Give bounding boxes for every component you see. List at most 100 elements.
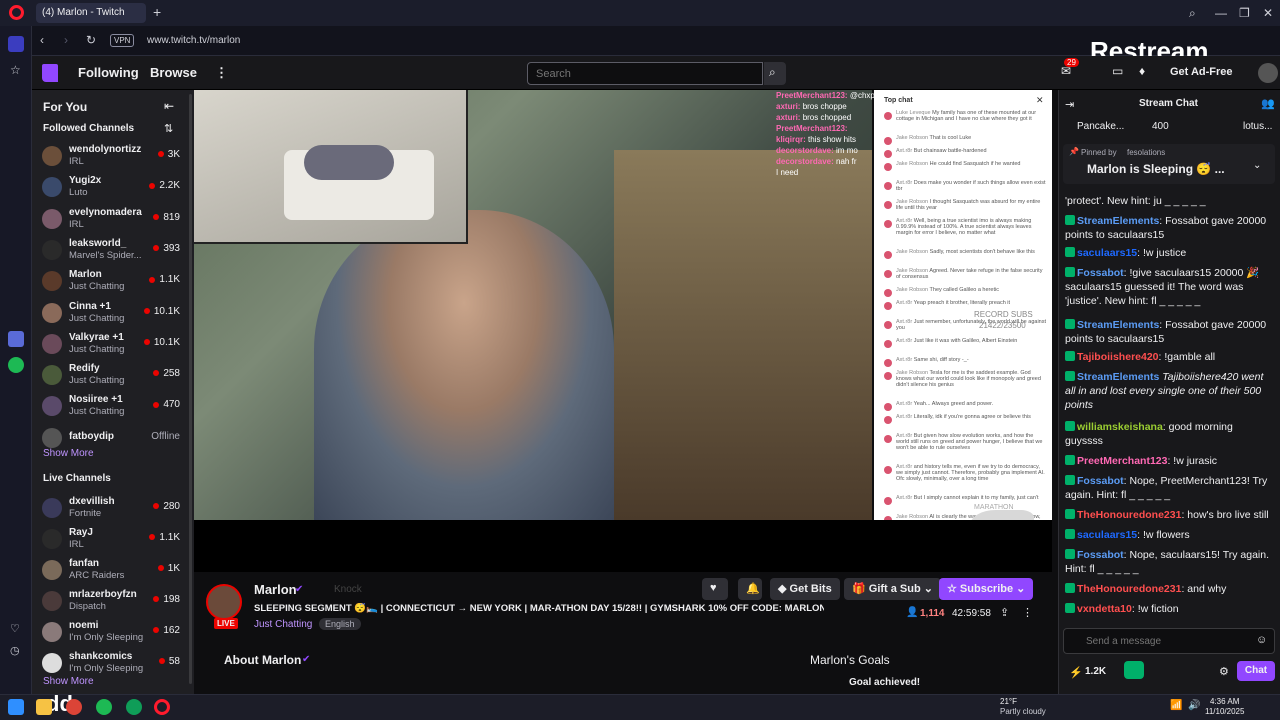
expand-pin-icon[interactable]: ⌄ xyxy=(1253,160,1261,171)
chat-message[interactable]: Fossabot: !give saculaars15 20000 🎉 sacu… xyxy=(1065,266,1273,308)
sidebar-channel-followed-7[interactable]: Redify Just Chatting 258 xyxy=(32,361,194,391)
aria-icon[interactable] xyxy=(8,331,24,347)
chat-message[interactable]: TheHonouredone231: how's bro live still xyxy=(1065,508,1273,522)
sidebar-channel-followed-2[interactable]: evelynomadera IRL 819 xyxy=(32,205,194,235)
sort-icon[interactable]: ⇅ xyxy=(164,122,173,135)
home-icon[interactable] xyxy=(8,36,24,52)
top-chat-label[interactable]: Top chat xyxy=(884,97,913,104)
chat-username[interactable]: StreamElements xyxy=(1077,319,1159,331)
gift-sub-button[interactable]: 🎁 Gift a Sub ⌄ xyxy=(844,578,941,600)
category-link[interactable]: Just Chatting xyxy=(254,619,312,630)
star-icon[interactable]: ☆ xyxy=(10,63,21,77)
chat-input[interactable] xyxy=(1086,633,1226,649)
maximize-icon[interactable]: ❐ xyxy=(1239,6,1250,20)
chrome-2-icon[interactable] xyxy=(126,699,142,715)
sidebar-channel-followed-5[interactable]: Cinna +1 Just Chatting 10.1K xyxy=(32,299,194,329)
chat-message[interactable]: Fossabot: Nope, saculaars15! Try again. … xyxy=(1065,548,1273,576)
new-tab-button[interactable]: + xyxy=(153,4,161,20)
collapse-chat-icon[interactable]: ⇥ xyxy=(1065,98,1074,111)
reload-icon[interactable]: ↻ xyxy=(86,33,96,47)
chat-username[interactable]: williamskeishana xyxy=(1077,421,1163,433)
pinned-message[interactable]: 📌 Pinned by fesolations Marlon is Sleepi… xyxy=(1063,144,1275,184)
streamer-avatar[interactable] xyxy=(206,584,242,620)
sidebar-channel-followed-6[interactable]: Valkyrae +1 Just Chatting 10.1K xyxy=(32,330,194,360)
more-options-icon[interactable]: ⋮ xyxy=(1022,606,1033,619)
chat-message[interactable]: williamskeishana: good morning guyssss xyxy=(1065,420,1273,448)
follow-heart-button[interactable]: ♥ xyxy=(702,578,728,600)
notification-bell-button[interactable]: 🔔 xyxy=(738,578,762,600)
spotify-taskbar-icon[interactable] xyxy=(96,699,112,715)
crown-icon[interactable]: ♦ xyxy=(1139,64,1145,78)
chat-message[interactable]: StreamElements: Fossabot gave 20000 poin… xyxy=(1065,318,1273,346)
collapse-sidebar-icon[interactable]: ⇤ xyxy=(164,99,174,113)
chat-username[interactable]: vxndetta10 xyxy=(1077,603,1132,615)
streamer-name[interactable]: Marlon xyxy=(254,582,297,597)
chat-username[interactable]: StreamElements xyxy=(1077,371,1159,383)
channel-points-icon[interactable]: ⚡ xyxy=(1069,666,1083,679)
minimize-icon[interactable]: — xyxy=(1215,6,1227,20)
sidebar-channel-followed-1[interactable]: Yugi2x Luto 2.2K xyxy=(32,173,194,203)
rewards-icon[interactable] xyxy=(1124,661,1144,679)
sidebar-channel-followed-9[interactable]: fatboydip Offline xyxy=(32,424,194,454)
chat-username[interactable]: Fossabot xyxy=(1077,267,1124,279)
wifi-icon[interactable]: 📶 xyxy=(1170,700,1182,711)
browser-tab[interactable]: (4) Marlon - Twitch xyxy=(36,3,146,23)
spotify-icon[interactable] xyxy=(8,357,24,373)
search-tabs-icon[interactable]: ⌕ xyxy=(1189,6,1196,21)
sidebar-channel-live-0[interactable]: dxevillish Fortnite 280 xyxy=(32,494,194,524)
chat-users-icon[interactable]: 👥 xyxy=(1261,97,1275,110)
sidebar-channel-followed-0[interactable]: wendolynortizz IRL 3K xyxy=(32,142,194,172)
chat-message[interactable]: saculaars15: !w justice xyxy=(1065,246,1273,260)
sidebar-channel-live-3[interactable]: mrlazerboyfzn Dispatch 198 xyxy=(32,587,194,617)
chat-send-button[interactable]: Chat xyxy=(1237,661,1275,681)
chat-settings-icon[interactable]: ⚙ xyxy=(1219,665,1229,678)
chat-message[interactable]: PreetMerchant123: !w jurasic xyxy=(1065,454,1273,468)
chat-message[interactable]: saculaars15: !w flowers xyxy=(1065,528,1273,542)
more-menu-icon[interactable]: ⋮ xyxy=(215,65,228,81)
opera-logo-icon[interactable] xyxy=(9,5,24,20)
search-input[interactable] xyxy=(527,62,763,85)
subscribe-button[interactable]: ☆ Subscribe ⌄ xyxy=(939,578,1034,600)
sidebar-channel-live-5[interactable]: shankcomics I'm Only Sleeping 58 xyxy=(32,649,194,679)
chat-message[interactable]: vxndetta10: !w fiction xyxy=(1065,602,1273,616)
chat-username[interactable]: saculaars15 xyxy=(1077,247,1137,259)
clock-time[interactable]: 4:36 AM xyxy=(1210,697,1239,706)
nav-browse[interactable]: Browse xyxy=(150,65,197,80)
sidebar-channel-live-4[interactable]: noemi I'm Only Sleeping 162 xyxy=(32,618,194,648)
volume-icon[interactable]: 🔊 xyxy=(1188,700,1200,711)
sidebar-channel-followed-3[interactable]: leaksworld_ Marvel's Spider... 393 xyxy=(32,236,194,266)
file-explorer-icon[interactable] xyxy=(36,699,52,715)
chat-username[interactable]: saculaars15 xyxy=(1077,529,1137,541)
sidebar-channel-followed-4[interactable]: Marlon Just Chatting 1.1K xyxy=(32,267,194,297)
history-icon[interactable]: ◷ xyxy=(10,644,20,657)
user-avatar[interactable] xyxy=(1258,63,1278,83)
nav-following[interactable]: Following xyxy=(78,65,139,80)
share-icon[interactable]: ⇪ xyxy=(1000,606,1009,619)
chrome-icon[interactable] xyxy=(66,699,82,715)
chat-message[interactable]: Tajiboiishere420: !gamble all xyxy=(1065,350,1273,364)
whispers-icon[interactable]: ▭ xyxy=(1112,64,1123,78)
chat-username[interactable]: Tajiboiishere420 xyxy=(1077,351,1159,363)
chat-message[interactable]: StreamElements Tajiboiishere420 went all… xyxy=(1065,370,1273,412)
close-icon[interactable]: ✕ xyxy=(1263,6,1273,20)
weather-temp[interactable]: 21°F xyxy=(1000,697,1017,706)
chat-username[interactable]: PreetMerchant123 xyxy=(1077,455,1167,467)
opera-taskbar-icon[interactable] xyxy=(154,699,170,715)
chat-username[interactable]: Fossabot xyxy=(1077,475,1124,487)
windows-start-icon[interactable] xyxy=(8,699,24,715)
sidebar-channel-live-2[interactable]: fanfan ARC Raiders 1K xyxy=(32,556,194,586)
sidebar-channel-followed-8[interactable]: Nosiiree +1 Just Chatting 470 xyxy=(32,392,194,422)
chat-username[interactable]: StreamElements xyxy=(1077,215,1159,227)
sidebar-channel-live-1[interactable]: RayJ IRL 1.1K xyxy=(32,525,194,555)
twitch-logo-icon[interactable] xyxy=(42,64,58,82)
chat-message[interactable]: StreamElements: Fossabot gave 20000 poin… xyxy=(1065,214,1273,242)
chat-username[interactable]: TheHonouredone231 xyxy=(1077,509,1181,521)
popout-close-icon[interactable]: ✕ xyxy=(1036,95,1044,106)
language-tag[interactable]: English xyxy=(319,618,361,630)
back-icon[interactable]: ‹ xyxy=(40,33,44,47)
channel-points[interactable]: 1.2K xyxy=(1085,666,1106,677)
chat-message[interactable]: TheHonouredone231: and why xyxy=(1065,582,1273,596)
forward-icon[interactable]: › xyxy=(64,33,68,47)
get-ad-free-button[interactable]: Get Ad-Free xyxy=(1170,66,1233,78)
chat-username[interactable]: TheHonouredone231 xyxy=(1077,583,1181,595)
